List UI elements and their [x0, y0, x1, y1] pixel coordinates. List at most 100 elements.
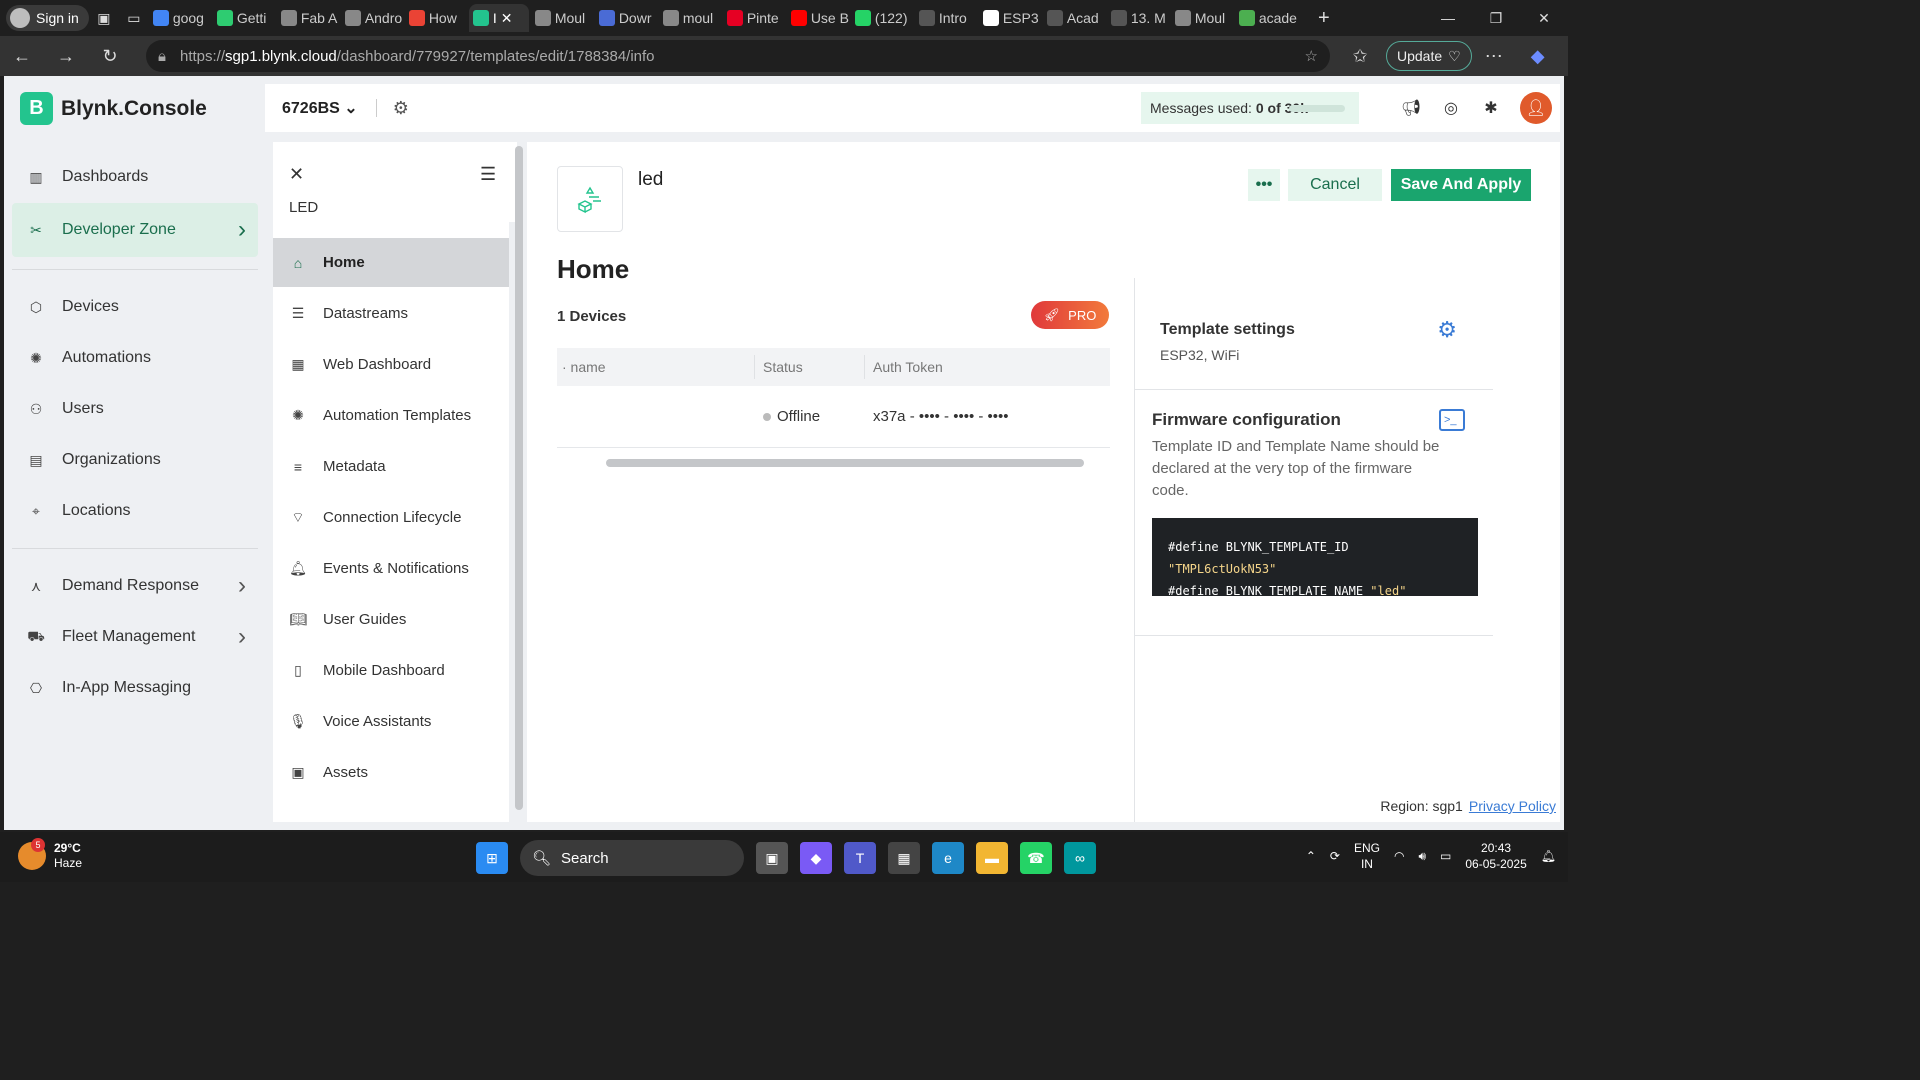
language-indicator[interactable]: ENG IN	[1354, 840, 1380, 872]
column-header-name[interactable]: · name	[557, 355, 755, 379]
template-nav-voice-assistants[interactable]: 🎙︎ Voice Assistants	[273, 697, 509, 746]
browser-tab[interactable]: Getti	[213, 4, 275, 32]
template-nav-events-notifications[interactable]: 🔔︎ Events & Notifications	[273, 544, 509, 593]
template-nav-automation-templates[interactable]: ✺ Automation Templates	[273, 391, 509, 440]
tab-actions-icon[interactable]: ▭	[119, 4, 149, 32]
copilot-icon[interactable]: ◆	[1516, 38, 1560, 74]
browser-tab[interactable]: Andro	[341, 4, 403, 32]
browser-tab[interactable]: moul	[659, 4, 721, 32]
privacy-policy-link[interactable]: Privacy Policy	[1469, 798, 1556, 814]
edge-icon[interactable]: e	[932, 842, 964, 874]
more-options-button[interactable]: •••	[1248, 169, 1280, 201]
favorites-icon[interactable]: ✩	[1338, 38, 1382, 74]
terminal-icon[interactable]: >_	[1439, 409, 1465, 431]
site-info-icon[interactable]: 🔒︎	[158, 48, 166, 65]
sidebar-item-in-app-messaging[interactable]: ⎔ In-App Messaging	[12, 663, 258, 713]
sidebar-item-automations[interactable]: ✺ Automations	[12, 333, 258, 383]
table-horizontal-scrollbar[interactable]	[606, 459, 1084, 467]
notifications-icon[interactable]: 🔔︎	[1541, 849, 1556, 863]
bug-icon[interactable]: ✱	[1480, 97, 1502, 119]
browser-tab[interactable]: Pinte	[723, 4, 785, 32]
signin-button[interactable]: Sign in	[6, 5, 89, 31]
org-selector[interactable]: 6726BS ⌄	[282, 98, 358, 118]
help-icon[interactable]: ◎	[1440, 97, 1462, 119]
column-header-status[interactable]: Status	[755, 355, 865, 379]
battery-icon[interactable]: ▭	[1440, 849, 1451, 863]
sync-icon[interactable]: ⟳	[1330, 849, 1340, 863]
template-nav-user-guides[interactable]: 📖︎ User Guides	[273, 595, 509, 644]
browser-tab[interactable]: goog	[149, 4, 211, 32]
close-window-icon[interactable]: ✕	[1520, 0, 1568, 36]
back-icon[interactable]: ←	[0, 38, 44, 74]
sidebar-item-demand-response[interactable]: ⋏ Demand Response ›	[12, 561, 258, 611]
close-tab-icon[interactable]: ✕	[501, 10, 513, 27]
sidebar-item-locations[interactable]: ⌖ Locations	[12, 486, 258, 536]
teams-icon[interactable]: T	[844, 842, 876, 874]
store-icon[interactable]: ▦	[888, 842, 920, 874]
browser-tab[interactable]: Fab A	[277, 4, 339, 32]
blynk-logo[interactable]: B Blynk.Console	[20, 92, 207, 125]
refresh-icon[interactable]: ↻	[88, 38, 132, 74]
cancel-button[interactable]: Cancel	[1288, 169, 1382, 201]
template-nav-mobile-dashboard[interactable]: ▯ Mobile Dashboard	[273, 646, 509, 695]
save-and-apply-button[interactable]: Save And Apply	[1391, 169, 1531, 201]
sidebar-item-devices[interactable]: ⬡ Devices	[12, 282, 258, 332]
copilot-app-icon[interactable]: ◆	[800, 842, 832, 874]
announcement-icon[interactable]: 📢︎	[1400, 97, 1422, 119]
new-tab-icon[interactable]: +	[1309, 4, 1339, 32]
task-view-icon[interactable]: ▣	[756, 842, 788, 874]
template-nav-web-dashboard[interactable]: ▦ Web Dashboard	[273, 340, 509, 389]
template-nav-connection-lifecycle[interactable]: ⌔ Connection Lifecycle	[273, 493, 509, 542]
wifi-icon[interactable]: ◠	[1394, 849, 1404, 863]
auth-token-cell[interactable]: x37a - •••• - •••• - ••••	[865, 408, 1009, 425]
template-nav-metadata[interactable]: ≡ Metadata	[273, 442, 509, 491]
restore-icon[interactable]: ❐	[1472, 0, 1520, 36]
browser-tab[interactable]: Intro	[915, 4, 977, 32]
browser-tab[interactable]: Dowr	[595, 4, 657, 32]
menu-icon[interactable]: ☰	[480, 164, 496, 185]
tray-chevron-icon[interactable]: ⌃	[1306, 849, 1316, 863]
template-nav-assets[interactable]: ▣ Assets	[273, 748, 509, 797]
clock[interactable]: 20:43 06-05-2025	[1465, 840, 1526, 872]
settings-gear-icon[interactable]: ⚙	[1437, 317, 1457, 343]
browser-tab[interactable]: I ✕	[468, 4, 529, 32]
url-field[interactable]: 🔒︎ https://sgp1.blynk.cloud/dashboard/77…	[146, 40, 1330, 72]
file-explorer-icon[interactable]: ▬	[976, 842, 1008, 874]
browser-tab[interactable]: 13. M	[1107, 4, 1169, 32]
browser-tab[interactable]: Moul	[1171, 4, 1233, 32]
browser-tab[interactable]: ESP3	[979, 4, 1041, 32]
more-menu-icon[interactable]: ⋯	[1472, 38, 1516, 74]
arduino-icon[interactable]: ∞	[1064, 842, 1096, 874]
table-row[interactable]: Offline x37a - •••• - •••• - ••••	[557, 386, 1110, 448]
update-button[interactable]: Update ♡	[1386, 41, 1472, 71]
column-header-auth-token[interactable]: Auth Token	[865, 359, 943, 375]
weather-widget[interactable]: 5 29°C Haze	[18, 838, 82, 871]
taskbar-search[interactable]: 🔍︎ Search	[520, 840, 744, 876]
forward-icon[interactable]: →	[44, 38, 88, 74]
whatsapp-icon[interactable]: ☎	[1020, 842, 1052, 874]
pro-badge[interactable]: 🚀︎ PRO	[1031, 301, 1109, 329]
minimize-icon[interactable]: —	[1424, 0, 1472, 36]
firmware-code-block[interactable]: #define BLYNK_TEMPLATE_ID "TMPL6ctUokN53…	[1152, 518, 1478, 598]
user-avatar[interactable]: 👤︎	[1520, 92, 1552, 124]
sidebar-item-dashboards[interactable]: ▥ Dashboards	[12, 152, 258, 202]
browser-tab[interactable]: Use B	[787, 4, 849, 32]
template-title[interactable]: led	[638, 169, 663, 191]
org-settings-gear-icon[interactable]: ⚙	[393, 98, 409, 119]
template-nav-datastreams[interactable]: ☰ Datastreams	[273, 289, 509, 338]
favorite-star-icon[interactable]: ☆	[1305, 47, 1318, 65]
volume-icon[interactable]: 🔊︎	[1418, 849, 1426, 864]
browser-tab[interactable]: Moul	[531, 4, 593, 32]
browser-tab[interactable]: How	[405, 4, 467, 32]
sidebar-item-developer-zone[interactable]: ✂ Developer Zone ›	[12, 203, 258, 257]
windows-start-icon[interactable]: ⊞	[476, 842, 508, 874]
sidebar-item-fleet-management[interactable]: ⛟ Fleet Management ›	[12, 612, 258, 662]
sidebar-scrollbar[interactable]	[515, 146, 523, 810]
sidebar-item-organizations[interactable]: ▤ Organizations	[12, 435, 258, 485]
collections-icon[interactable]: ▣	[89, 4, 119, 32]
close-template-icon[interactable]: ✕	[289, 164, 304, 185]
template-nav-home[interactable]: ⌂ Home	[273, 238, 509, 287]
browser-tab[interactable]: Acad	[1043, 4, 1105, 32]
browser-tab[interactable]: acade	[1235, 4, 1297, 32]
browser-tab[interactable]: (122)	[851, 4, 913, 32]
